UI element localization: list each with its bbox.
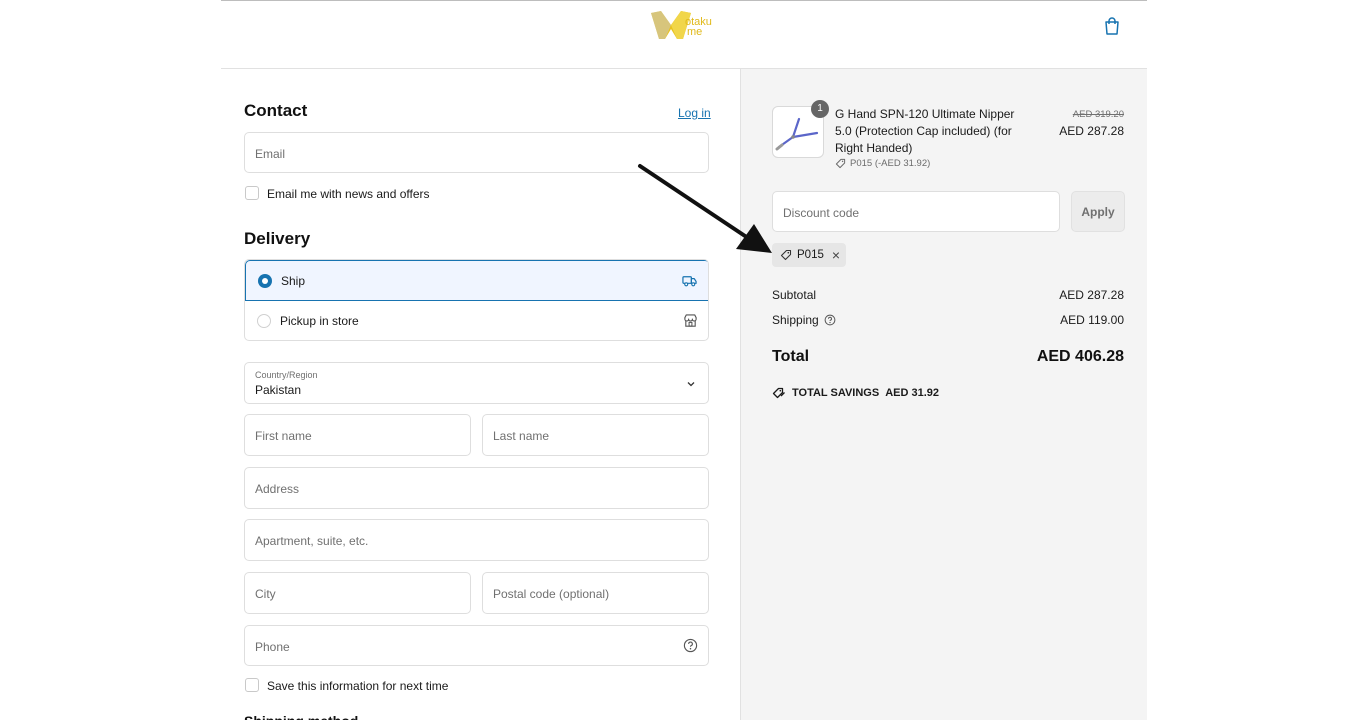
tag-icon [780, 249, 792, 261]
postal-code-placeholder: Postal code (optional) [493, 587, 610, 601]
store-icon [684, 314, 697, 327]
phone-field[interactable]: Phone [244, 625, 709, 666]
save-info-label: Save this information for next time [267, 679, 449, 693]
product-discount-text: P015 (-AED 31.92) [850, 158, 931, 169]
header: otaku me [221, 1, 1147, 69]
product-original-price: AED 319.20 [1072, 109, 1124, 120]
tag-icon [835, 158, 846, 169]
applied-discount-chip: P015 × [772, 243, 847, 267]
delivery-option-ship[interactable]: Ship [245, 260, 708, 301]
postal-code-field[interactable]: Postal code (optional) [482, 572, 709, 614]
shipping-value: AED 119.00 [1060, 313, 1124, 327]
apartment-field[interactable]: Apartment, suite, etc. [244, 519, 709, 561]
truck-icon [682, 276, 697, 287]
apartment-placeholder: Apartment, suite, etc. [255, 534, 369, 548]
quantity-badge: 1 [811, 100, 829, 118]
help-icon[interactable] [683, 638, 698, 653]
checkout-page: otaku me Contact Log in Email Email me w… [0, 0, 1368, 720]
last-name-field[interactable]: Last name [482, 414, 709, 456]
discount-code-field[interactable]: Discount code [772, 191, 1060, 232]
remove-code-icon[interactable]: × [832, 248, 840, 262]
total-savings: TOTAL SAVINGS AED 31.92 [772, 387, 939, 399]
product-discounted-price: AED 287.28 [1059, 124, 1124, 138]
address-field[interactable]: Address [244, 467, 709, 509]
delivery-options: Ship Pickup in store [244, 259, 709, 341]
ship-radio[interactable] [258, 274, 272, 288]
save-info-checkbox[interactable] [245, 678, 259, 692]
subtotal-value: AED 287.28 [1059, 288, 1124, 302]
phone-placeholder: Phone [255, 640, 290, 654]
store-logo[interactable]: otaku me [649, 9, 719, 43]
city-placeholder: City [255, 587, 276, 601]
pickup-label: Pickup in store [280, 314, 359, 328]
country-label: Country/Region [255, 370, 318, 380]
shipping-row: Shipping [772, 313, 836, 327]
first-name-field[interactable]: First name [244, 414, 471, 456]
shipping-label: Shipping [772, 313, 819, 327]
savings-tag-icon [772, 387, 785, 399]
annotation-arrow-icon [638, 164, 772, 253]
email-placeholder: Email [255, 147, 286, 161]
order-summary: 1 G Hand SPN-120 Ultimate Nipper 5.0 (Pr… [740, 69, 1147, 720]
pickup-radio[interactable] [257, 314, 271, 328]
total-value: AED 406.28 [1036, 348, 1124, 365]
subtotal-label: Subtotal [772, 288, 817, 302]
address-placeholder: Address [255, 482, 300, 496]
city-field[interactable]: City [244, 572, 471, 614]
savings-label: TOTAL SAVINGS [792, 387, 880, 399]
first-name-placeholder: First name [255, 429, 312, 443]
country-value: Pakistan [255, 383, 302, 397]
ship-label: Ship [281, 274, 306, 288]
chevron-down-icon [687, 382, 695, 387]
newsletter-label: Email me with news and offers [267, 187, 430, 201]
logo-text: otaku me [685, 17, 712, 38]
delivery-heading: Delivery [244, 229, 311, 248]
product-name: G Hand SPN-120 Ultimate Nipper 5.0 (Prot… [835, 107, 1015, 155]
discount-code-placeholder: Discount code [783, 206, 860, 220]
help-icon[interactable] [824, 314, 836, 326]
shipping-method-heading-cut: Shipping method [244, 713, 358, 720]
country-select[interactable]: Country/Region Pakistan [244, 362, 709, 404]
delivery-option-pickup[interactable]: Pickup in store [245, 301, 708, 340]
logo-text-bottom: me [687, 26, 703, 38]
shopping-bag-icon[interactable] [1102, 16, 1122, 36]
total-label: Total [772, 348, 810, 365]
login-link[interactable]: Log in [678, 106, 711, 120]
applied-code-text: P015 [797, 249, 824, 261]
contact-heading: Contact [244, 101, 308, 120]
product-discount: P015 (-AED 31.92) [835, 158, 930, 169]
newsletter-checkbox[interactable] [245, 186, 259, 200]
savings-value: AED 31.92 [885, 387, 940, 399]
last-name-placeholder: Last name [493, 429, 550, 443]
apply-discount-button[interactable]: Apply [1071, 191, 1125, 232]
